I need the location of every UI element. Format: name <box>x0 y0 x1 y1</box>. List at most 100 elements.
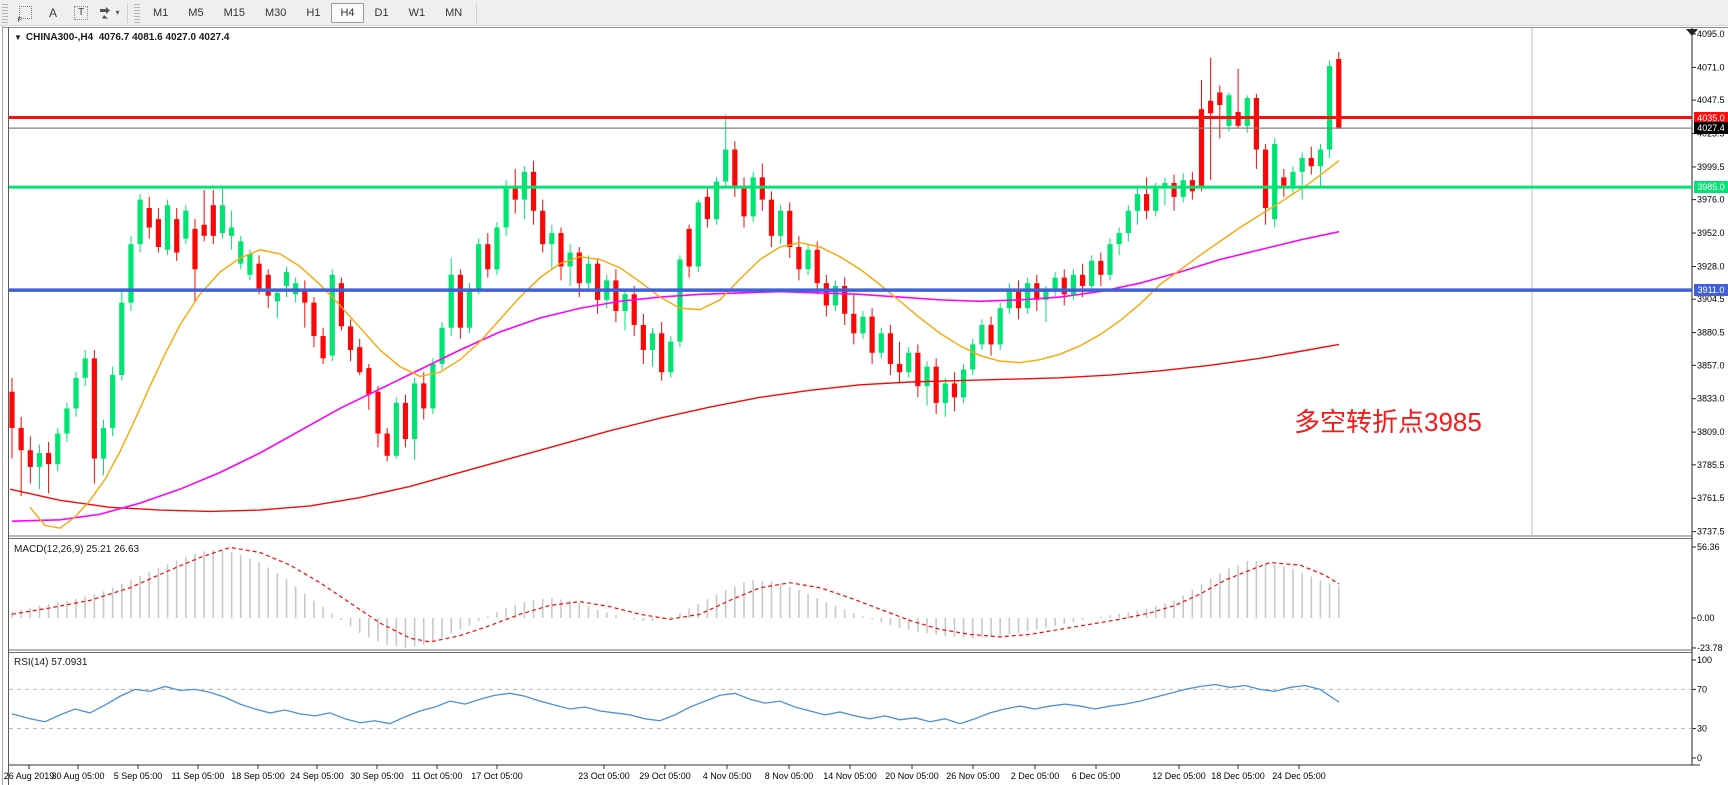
candle-body <box>943 383 948 402</box>
candle-body <box>851 314 856 333</box>
candle-body <box>101 428 106 459</box>
candle-body <box>256 264 261 289</box>
candle-body <box>549 233 554 244</box>
text-annotation[interactable]: 多空转折点3985 <box>1294 402 1482 439</box>
candle-body <box>796 247 801 269</box>
candle-body <box>1272 144 1277 219</box>
price-axis-label: 4095.0 <box>1697 29 1725 39</box>
candle-body <box>595 264 600 300</box>
candle-body <box>92 358 97 458</box>
candle-body <box>165 205 170 250</box>
candle-body <box>879 333 884 352</box>
candle-body <box>330 275 335 356</box>
macd-axis-label: 0.00 <box>1697 613 1715 623</box>
candle-body <box>46 453 51 464</box>
price-chart[interactable]: 4095.04071.04047.54023.53999.53976.03952… <box>0 0 1728 785</box>
candle-body <box>275 293 280 301</box>
candle-body <box>1254 98 1259 150</box>
candle-body <box>421 383 426 408</box>
candle-body <box>952 383 957 397</box>
macd-axis-label: -23.78 <box>1697 643 1723 653</box>
candle-body <box>1107 244 1112 275</box>
candle-body <box>824 283 829 305</box>
candle-body <box>668 342 673 373</box>
rsi-axis-label: 0 <box>1697 753 1702 763</box>
time-axis-label: 4 Nov 05:00 <box>703 771 752 781</box>
price-axis-label: 4071.0 <box>1697 62 1725 72</box>
candle-body <box>247 254 252 275</box>
candle-body <box>979 325 984 344</box>
candle-body <box>1089 261 1094 286</box>
candle-body <box>37 453 42 467</box>
candle-body <box>430 364 435 409</box>
price-axis-label: 3952.0 <box>1697 228 1725 238</box>
candle-body <box>732 150 737 186</box>
candle-body <box>229 227 234 235</box>
price-axis-label: 3737.5 <box>1697 527 1725 537</box>
candle-body <box>888 333 893 364</box>
candle-body <box>412 383 417 439</box>
candle-body <box>1126 211 1131 233</box>
candle-body <box>366 368 371 394</box>
candle-body <box>1171 183 1176 197</box>
time-axis-label: 14 Nov 05:00 <box>823 771 877 781</box>
candle-body <box>1199 109 1204 186</box>
time-axis-label: 30 Aug 05:00 <box>51 771 104 781</box>
candle-body <box>1025 283 1030 308</box>
candle-body <box>19 428 24 450</box>
candle-body <box>458 275 463 328</box>
candle-body <box>622 294 627 311</box>
candle-body <box>1318 150 1323 167</box>
candle-body <box>156 219 161 247</box>
time-axis-label: 18 Sep 05:00 <box>231 771 285 781</box>
candle-body <box>1144 194 1149 211</box>
candle-body <box>238 241 243 263</box>
price-badge-pivot: 3911.0 <box>1694 284 1728 296</box>
time-axis-label: 29 Oct 05:00 <box>639 771 691 781</box>
candle-body <box>1217 92 1222 105</box>
candle-body <box>696 202 701 266</box>
rsi-axis-label: 70 <box>1697 684 1707 694</box>
macd-signal-line <box>12 547 1339 642</box>
candle-body <box>1300 158 1305 172</box>
price-axis-label: 3999.5 <box>1697 162 1725 172</box>
time-axis-label: 18 Dec 05:00 <box>1211 771 1265 781</box>
candle-body <box>147 208 152 227</box>
candle-body <box>211 205 216 236</box>
price-axis-label: 3809.0 <box>1697 427 1725 437</box>
candle-body <box>138 200 143 245</box>
candle-body <box>1245 98 1250 126</box>
candle-body <box>751 177 756 216</box>
price-axis-label: 3928.0 <box>1697 261 1725 271</box>
candle-body <box>934 367 939 403</box>
candle-body <box>110 375 115 428</box>
candle-body <box>1226 95 1231 126</box>
candle-body <box>723 150 728 182</box>
candle-body <box>357 347 362 372</box>
candle-body <box>1135 194 1140 211</box>
time-axis-label: 5 Sep 05:00 <box>114 771 163 781</box>
candle-body <box>778 211 783 236</box>
price-axis-label: 3976.0 <box>1697 195 1725 205</box>
rsi-indicator-label: RSI(14) 57.0931 <box>14 657 87 668</box>
candle-body <box>394 403 399 456</box>
candle-body <box>174 219 179 252</box>
candle-body <box>183 211 188 239</box>
candle-body <box>64 408 69 433</box>
candle-body <box>641 325 646 350</box>
candle-body <box>1080 275 1085 286</box>
candle-body <box>988 325 993 344</box>
time-axis-label: 30 Sep 05:00 <box>350 771 404 781</box>
candle-body <box>220 205 225 233</box>
ma-mid-magenta-line <box>12 232 1339 522</box>
macd-axis-label: 56.36 <box>1697 542 1720 552</box>
candle-body <box>1290 172 1295 186</box>
candle-body <box>449 275 454 328</box>
candle-body <box>1263 150 1268 208</box>
time-axis-label: 6 Dec 05:00 <box>1072 771 1121 781</box>
candle-body <box>266 275 271 296</box>
time-axis-label: 17 Oct 05:00 <box>471 771 523 781</box>
candle-body <box>1281 177 1286 185</box>
chart-dropdown-icon[interactable]: ▼ <box>14 33 22 42</box>
candle-body <box>860 317 865 334</box>
